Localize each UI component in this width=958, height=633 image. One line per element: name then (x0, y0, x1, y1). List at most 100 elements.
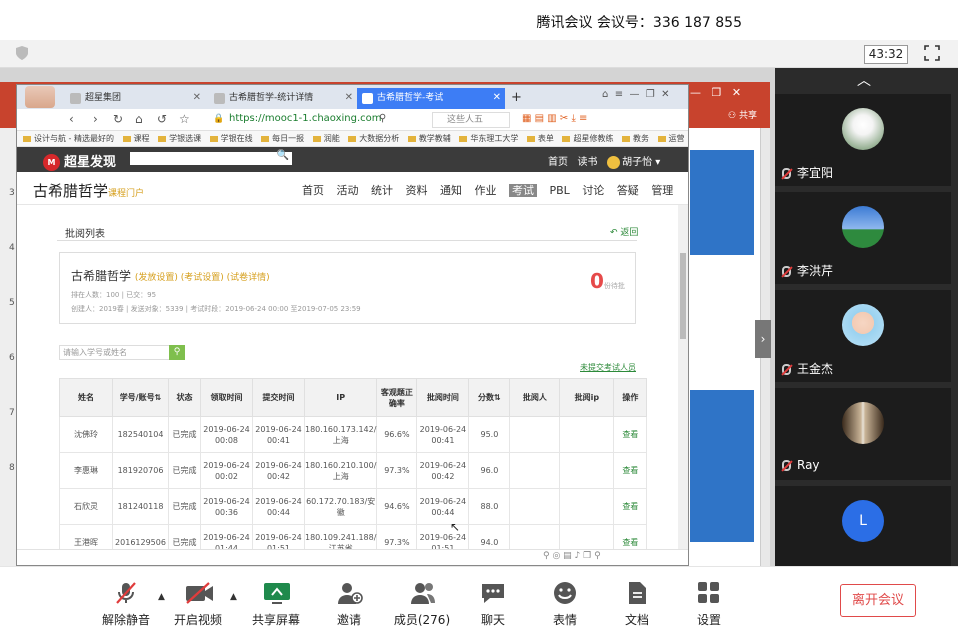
browser-tab-active[interactable]: 古希腊哲学-考试 ✕ (357, 88, 505, 109)
user-avatar[interactable] (607, 155, 621, 169)
participant-tile[interactable]: Ray (775, 388, 951, 480)
view-link[interactable]: 查看 (613, 416, 648, 453)
search-icon[interactable]: ⚲ (379, 113, 386, 124)
slide-thumbnail[interactable] (690, 390, 754, 542)
column-header[interactable]: 批阅时间 (416, 378, 470, 417)
cell: 2019-06-24 00:36 (200, 488, 253, 525)
shield-icon[interactable] (14, 45, 30, 61)
unmute-button[interactable]: 解除静音 (96, 581, 156, 628)
back-link[interactable]: ↶ 返回 (610, 225, 638, 238)
browser-window-controls[interactable]: ⌂ ≡ — ❐ ✕ (602, 89, 670, 100)
course-menu-item[interactable]: 统计 (371, 184, 393, 197)
close-icon[interactable]: ✕ (193, 88, 201, 108)
site-logo[interactable]: M 超星发现 (43, 151, 116, 171)
url-field[interactable]: https://mooc1-1.chaoxing.com (229, 113, 382, 124)
user-name[interactable]: 胡子怡 (622, 157, 652, 168)
participant-tile[interactable]: L (775, 486, 951, 566)
members-button[interactable]: 成员(276) (390, 581, 454, 628)
slide-thumbnail[interactable] (690, 150, 754, 255)
emoji-button[interactable]: 表情 (535, 581, 595, 628)
settings-button[interactable]: 设置 (679, 581, 739, 628)
profile-avatar[interactable] (25, 86, 55, 108)
course-menu-item[interactable]: 活动 (337, 184, 359, 197)
ppt-share-button[interactable]: ⚇ 共享 (728, 108, 757, 121)
course-menu-item-active[interactable]: 考试 (509, 184, 537, 197)
course-portal-link[interactable]: 课程门户 (108, 189, 144, 199)
undo-icon[interactable]: ↺ (157, 112, 167, 126)
close-icon[interactable]: ✕ (493, 88, 501, 108)
participant-tile[interactable]: 李宜阳 (775, 94, 951, 186)
course-menu-item[interactable]: 首页 (302, 184, 324, 197)
course-menu-item[interactable]: 作业 (475, 184, 497, 197)
chevron-up-icon[interactable]: ▲ (230, 592, 237, 602)
bookmark[interactable]: 超星修教练 (562, 131, 613, 146)
chevron-up-icon[interactable]: ︿ (857, 70, 871, 90)
close-icon[interactable]: ✕ (345, 88, 353, 108)
search-icon[interactable]: ⚲ (169, 345, 185, 360)
share-screen-button[interactable]: 共享屏幕 (246, 581, 306, 628)
bookmark[interactable]: 学银在线 (210, 131, 253, 146)
view-link[interactable]: 查看 (613, 452, 648, 489)
course-menu-item[interactable]: 资料 (406, 184, 428, 197)
chevron-up-icon[interactable]: ▲ (158, 592, 165, 602)
bookmark[interactable]: 每日一报 (261, 131, 304, 146)
bookmark[interactable]: 教务 (622, 131, 649, 146)
forward-icon[interactable]: › (93, 112, 98, 126)
course-menu-item[interactable]: 管理 (651, 184, 673, 197)
course-menu-item[interactable]: PBL (550, 184, 570, 197)
view-link[interactable]: 查看 (613, 488, 648, 525)
bookmark[interactable]: 设计与航 - 精选最好的 (23, 131, 114, 146)
ppt-window-controls[interactable]: — ❐ ✕ (690, 86, 741, 99)
bookmark[interactable]: 课程 (123, 131, 150, 146)
back-icon[interactable]: ‹ (69, 112, 74, 126)
nav-read-link[interactable]: 读书 (578, 157, 598, 168)
site-search-input[interactable]: 🔍 (130, 150, 292, 165)
bookmark[interactable]: 润能 (313, 131, 340, 146)
status-icons[interactable]: ⚲ ◎ ▤ ♪ ❐ ⚲ (543, 551, 601, 561)
column-header[interactable]: 批阅ip (559, 378, 615, 417)
documents-button[interactable]: 文档 (607, 581, 667, 628)
browser-tab[interactable]: 古希腊哲学-统计详情 ✕ (209, 88, 357, 109)
column-header[interactable]: 提交时间 (252, 378, 305, 417)
leave-meeting-button[interactable]: 离开会议 (840, 584, 916, 617)
participant-tile[interactable]: 王金杰 (775, 290, 951, 382)
column-header[interactable]: IP (303, 378, 378, 417)
new-tab-button[interactable]: + (507, 88, 527, 109)
scrollbar-thumb[interactable] (680, 253, 686, 339)
course-menu-item[interactable]: 讨论 (582, 184, 604, 197)
column-header[interactable]: 学号/账号⇅ (112, 378, 169, 417)
nav-home-link[interactable]: 首页 (548, 157, 568, 168)
search-icon[interactable]: 🔍 (277, 150, 289, 161)
column-header[interactable]: 操作 (613, 378, 648, 417)
column-header[interactable]: 姓名 (59, 378, 113, 417)
panel-toggle-button[interactable]: › (755, 320, 771, 358)
fullscreen-icon[interactable] (924, 45, 940, 61)
column-header[interactable]: 分数⇅ (468, 378, 511, 417)
chat-button[interactable]: 聊天 (463, 581, 523, 628)
browser-tab[interactable]: 超星集团 ✕ (65, 88, 205, 109)
bookmark[interactable]: 教学教辅 (408, 131, 451, 146)
extensions-icon[interactable]: ▦ ▤ ▥ ✂ ⤓ ≡ (522, 113, 587, 124)
cell: 97.3% (376, 452, 418, 489)
bookmark[interactable]: 表单 (527, 131, 554, 146)
refresh-icon[interactable]: ↻ (113, 112, 123, 126)
column-header[interactable]: 领取时间 (200, 378, 253, 417)
bookmark[interactable]: 大数据分析 (348, 131, 399, 146)
course-menu-item[interactable]: 通知 (440, 184, 462, 197)
column-header[interactable]: 客观题正确率 (376, 378, 418, 417)
invite-button[interactable]: 邀请 (319, 581, 379, 628)
star-icon[interactable]: ☆ (179, 112, 190, 126)
start-video-button[interactable]: 开启视频 (168, 581, 228, 628)
home-icon[interactable]: ⌂ (135, 112, 143, 126)
bookmark[interactable]: 运营 (658, 131, 685, 146)
unsubmitted-link[interactable]: 未提交考试人员 (580, 362, 636, 373)
browser-search-input[interactable]: 这些人五 (432, 112, 510, 128)
course-menu-item[interactable]: 答疑 (617, 184, 639, 197)
column-header[interactable]: 批阅人 (509, 378, 561, 417)
participant-tile[interactable]: 李洪芹 (775, 192, 951, 284)
bookmark[interactable]: 学银选课 (158, 131, 201, 146)
column-header[interactable]: 状态 (168, 378, 201, 417)
bookmark[interactable]: 华东理工大学 (459, 131, 518, 146)
exam-settings-links[interactable]: (发放设置) (考试设置) (试卷详情) (135, 273, 270, 283)
student-search-input[interactable]: 请输入学号或姓名 (59, 345, 170, 360)
